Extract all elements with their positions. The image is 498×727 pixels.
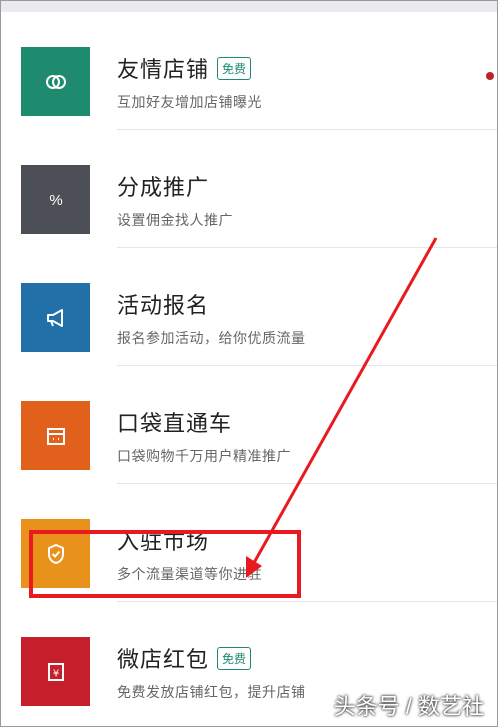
item-subtitle: 口袋购物千万用户精准推广 xyxy=(117,448,291,464)
red-envelope-icon: ¥ xyxy=(21,637,90,706)
list-item-friend-shop[interactable]: 友情店铺 免费 互加好友增加店铺曝光 xyxy=(0,12,498,130)
item-title: 微店红包 免费 xyxy=(117,642,252,674)
item-subtitle: 免费发放店铺红包，提升店铺 xyxy=(117,684,306,700)
item-title: 友情店铺 免费 xyxy=(117,52,252,84)
item-subtitle: 互加好友增加店铺曝光 xyxy=(117,94,262,110)
item-title: 分成推广 xyxy=(117,175,210,200)
notification-dot xyxy=(486,72,494,80)
list-item-event-signup[interactable]: 活动报名 报名参加活动，给你优质流量 xyxy=(0,248,498,366)
annotation-highlight-box xyxy=(29,530,301,598)
percent-icon: % xyxy=(21,165,90,234)
link-rings-icon xyxy=(21,47,90,116)
item-subtitle: 设置佣金找人推广 xyxy=(117,212,233,228)
list-item-pocket-express[interactable]: 口袋直通车 口袋购物千万用户精准推广 xyxy=(0,366,498,484)
watermark: 头条号 / 数艺社 xyxy=(333,694,484,719)
svg-text:%: % xyxy=(49,192,62,209)
free-badge: 免费 xyxy=(217,57,252,80)
megaphone-icon xyxy=(21,283,90,352)
item-subtitle: 报名参加活动，给你优质流量 xyxy=(117,330,306,346)
status-bar xyxy=(0,0,498,12)
item-title: 口袋直通车 xyxy=(117,411,233,436)
item-title: 活动报名 xyxy=(117,293,210,318)
list-item-commission-promotion[interactable]: % 分成推广 设置佣金找人推广 xyxy=(0,130,498,248)
storefront-icon xyxy=(21,401,90,470)
free-badge: 免费 xyxy=(217,647,252,670)
svg-text:¥: ¥ xyxy=(52,668,58,679)
